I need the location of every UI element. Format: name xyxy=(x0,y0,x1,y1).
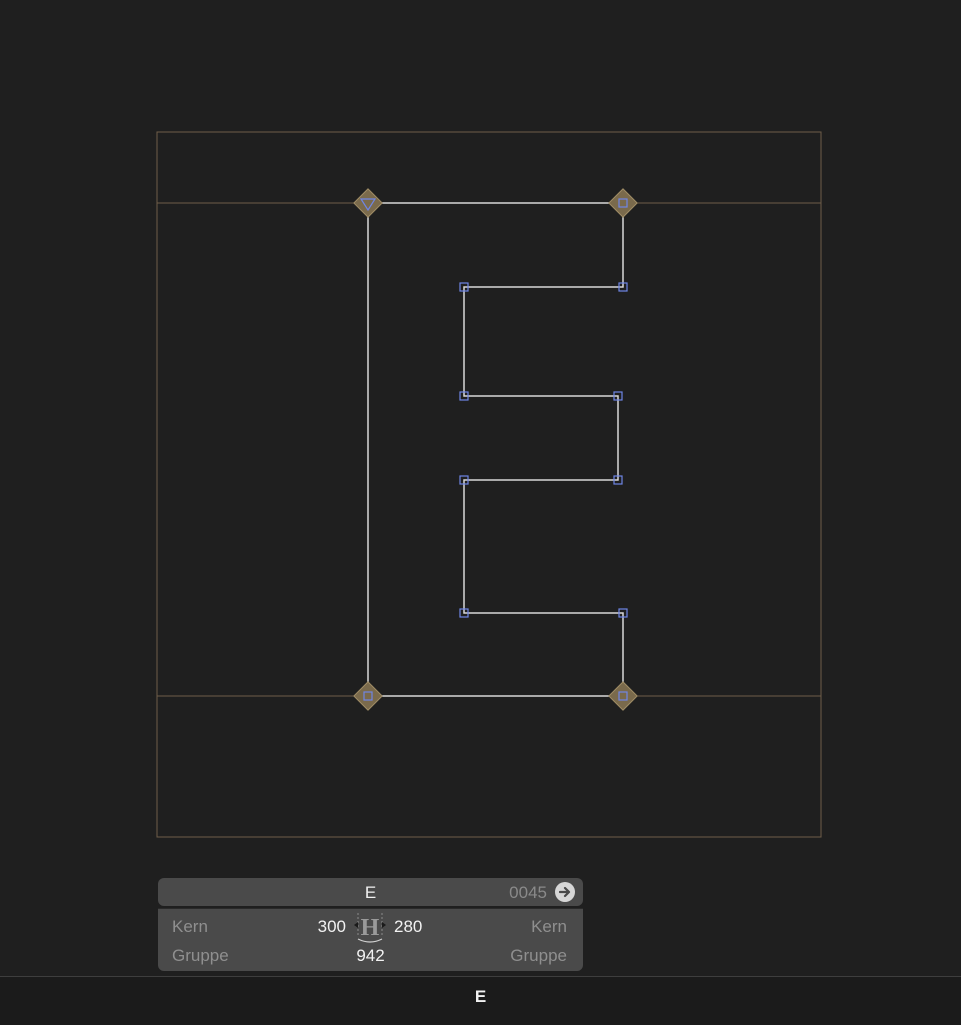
node-extreme-top-right[interactable] xyxy=(608,188,638,218)
sidebearing-glyph-letter: H xyxy=(361,915,380,941)
status-bar: E xyxy=(0,976,961,1025)
goto-glyph-button[interactable] xyxy=(555,882,575,902)
glyph-bounds-box xyxy=(156,131,822,838)
node-extreme-bottom-left[interactable] xyxy=(353,681,383,711)
arrow-right-circle-icon xyxy=(559,886,571,898)
right-sidebearing-field[interactable]: 280 xyxy=(394,917,422,937)
left-sidebearing-field[interactable]: 300 xyxy=(318,917,346,937)
glyph-edit-canvas[interactable]: E 0045 Kern 300 H 280 Kern Gruppe 942 Gr… xyxy=(0,0,961,976)
glyph-info-header: E 0045 xyxy=(158,878,583,906)
kern-left-field[interactable]: Kern xyxy=(172,917,208,937)
sidebearing-preview-icon: H xyxy=(354,913,386,943)
kern-right-field[interactable]: Kern xyxy=(531,917,567,937)
glyph-contour[interactable] xyxy=(367,202,624,697)
node-extreme-bottom-right[interactable] xyxy=(608,681,638,711)
glyph-outline-view[interactable] xyxy=(0,0,961,976)
status-glyph-name: E xyxy=(474,987,487,1006)
glyph-metrics-panel: Kern 300 H 280 Kern Gruppe 942 Gruppe xyxy=(158,908,583,971)
node-extreme-top-left[interactable] xyxy=(353,188,383,218)
group-right-field[interactable]: Gruppe xyxy=(510,946,567,966)
unicode-value[interactable]: 0045 xyxy=(509,883,547,903)
